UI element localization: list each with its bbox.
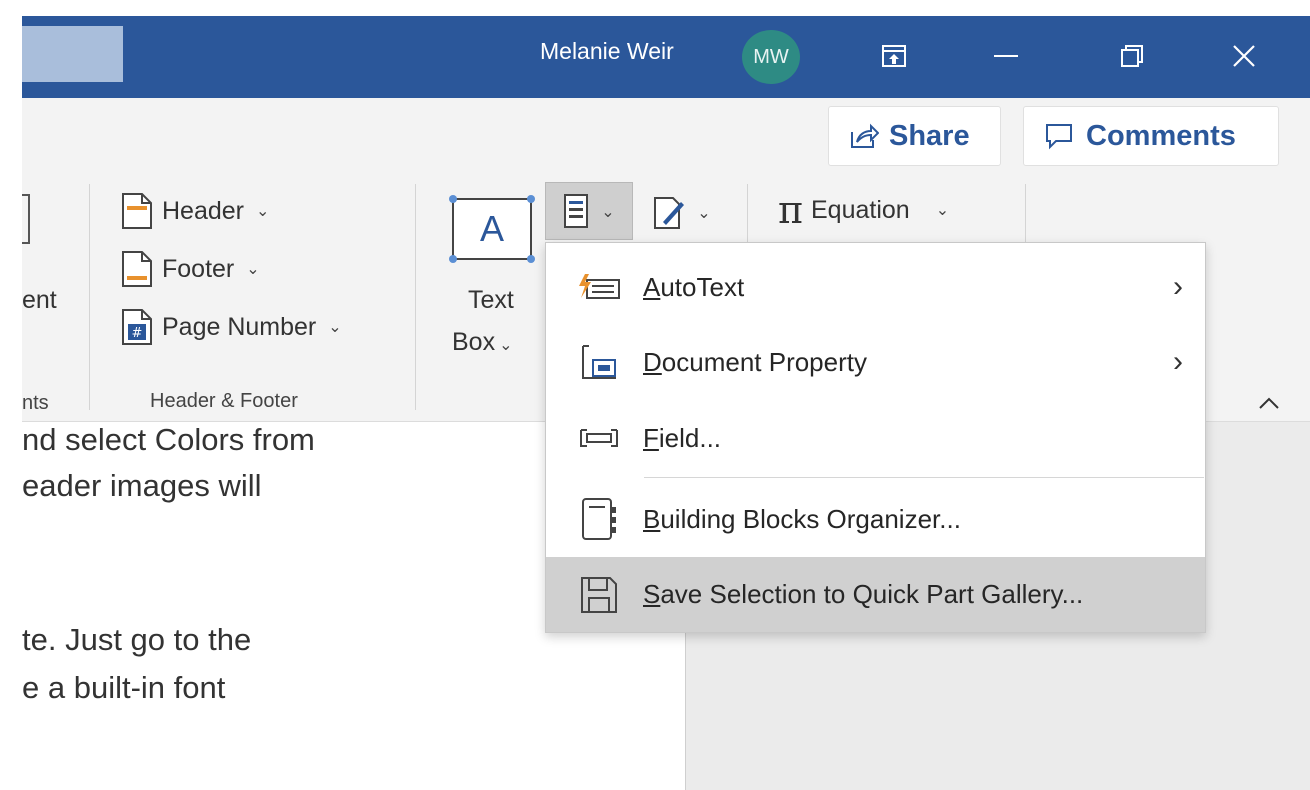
share-button[interactable]: Share bbox=[828, 106, 1001, 166]
close-icon bbox=[1233, 45, 1255, 67]
document-property-icon bbox=[576, 342, 622, 382]
collapse-ribbon-button[interactable] bbox=[1252, 390, 1286, 416]
page-number-label: Page Number bbox=[162, 312, 317, 341]
field-icon bbox=[576, 418, 622, 458]
chevron-down-icon: ⌄ bbox=[256, 203, 270, 220]
autotext-icon bbox=[576, 267, 622, 307]
document-text-line: eader images will bbox=[22, 468, 262, 503]
text-box-label-line2: Box bbox=[452, 328, 496, 356]
comments-label: Comments bbox=[1086, 119, 1236, 152]
quick-parts-icon bbox=[564, 194, 589, 228]
avatar[interactable]: MW bbox=[742, 30, 800, 84]
page-number-icon: # bbox=[122, 309, 152, 345]
menu-item-label: AutoText bbox=[643, 271, 745, 302]
building-blocks-icon bbox=[576, 498, 622, 540]
pi-icon: π bbox=[778, 188, 803, 232]
text-box-glyph: A bbox=[479, 208, 504, 249]
header-button[interactable]: Header ⌄ bbox=[120, 192, 269, 230]
header-label: Header bbox=[162, 196, 244, 225]
menu-item-field[interactable]: Field... bbox=[546, 401, 1205, 475]
header-footer-group-label: Header & Footer bbox=[150, 390, 298, 412]
group-separator bbox=[415, 184, 416, 410]
signature-line-button[interactable]: ⌄ bbox=[642, 184, 722, 240]
group-separator bbox=[747, 184, 748, 244]
comment-icon bbox=[1046, 124, 1072, 150]
chevron-right-icon: › bbox=[1173, 270, 1183, 303]
equation-button[interactable]: π Equation ⌄ bbox=[778, 188, 949, 232]
ribbon-display-options-button[interactable] bbox=[866, 30, 922, 82]
page-number-button[interactable]: # Page Number ⌄ bbox=[120, 308, 342, 346]
avatar-initials: MW bbox=[753, 45, 789, 68]
svg-text:#: # bbox=[132, 326, 143, 341]
ribbon-display-icon bbox=[882, 45, 906, 67]
quick-parts-menu: AutoText › Document Property › Field... … bbox=[545, 242, 1206, 633]
restore-icon bbox=[1121, 45, 1143, 67]
partial-button-icon bbox=[22, 194, 30, 244]
chevron-right-icon: › bbox=[1173, 345, 1183, 378]
footer-button[interactable]: Footer ⌄ bbox=[120, 250, 260, 288]
user-name[interactable]: Melanie Weir bbox=[540, 38, 674, 65]
restore-button[interactable] bbox=[1104, 30, 1160, 82]
save-icon bbox=[576, 575, 622, 615]
footer-label: Footer bbox=[162, 254, 235, 283]
partial-group-label: nts bbox=[22, 392, 49, 414]
chevron-down-icon: ⌄ bbox=[328, 319, 342, 336]
menu-item-autotext[interactable]: AutoText › bbox=[546, 251, 1205, 323]
handle-dot bbox=[449, 255, 457, 263]
chevron-down-icon: ⌄ bbox=[697, 202, 711, 222]
search-box[interactable] bbox=[22, 26, 123, 82]
text-box-button[interactable]: Box ⌄ bbox=[452, 328, 513, 357]
chevron-down-icon: ⌄ bbox=[246, 261, 260, 278]
menu-item-label: Document Property bbox=[643, 346, 867, 377]
minimize-button[interactable] bbox=[978, 30, 1034, 82]
chevron-down-icon: ⌄ bbox=[935, 202, 950, 219]
quick-parts-button[interactable]: ⌄ bbox=[545, 182, 633, 240]
equation-label: Equation bbox=[810, 195, 910, 224]
close-button[interactable] bbox=[1216, 30, 1272, 82]
document-text-line: te. Just go to the bbox=[22, 622, 252, 657]
menu-item-document-property[interactable]: Document Property › bbox=[546, 325, 1205, 399]
text-box-label-line1[interactable]: Text bbox=[468, 286, 514, 315]
chevron-down-icon: ⌄ bbox=[601, 201, 615, 221]
share-icon bbox=[851, 123, 879, 148]
document-text-line: e a built-in font bbox=[22, 670, 226, 705]
share-label: Share bbox=[889, 119, 970, 152]
menu-item-label: Save Selection to Quick Part Gallery... bbox=[643, 579, 1084, 609]
menu-item-save-selection[interactable]: Save Selection to Quick Part Gallery... bbox=[546, 557, 1205, 632]
handle-dot bbox=[527, 255, 535, 263]
comments-button[interactable]: Comments bbox=[1023, 106, 1279, 166]
group-separator bbox=[89, 184, 90, 410]
chevron-up-icon bbox=[1259, 397, 1279, 409]
menu-item-label: Field... bbox=[643, 422, 722, 453]
partial-button-label[interactable]: ent bbox=[22, 286, 57, 315]
menu-item-building-blocks-organizer[interactable]: Building Blocks Organizer... bbox=[546, 483, 1205, 555]
header-icon bbox=[122, 193, 152, 229]
handle-dot bbox=[527, 195, 535, 203]
minimize-icon bbox=[994, 55, 1018, 57]
signature-icon bbox=[654, 197, 685, 229]
text-box-icon[interactable]: A bbox=[449, 195, 535, 263]
title-bar: Melanie Weir MW bbox=[22, 16, 1310, 98]
footer-icon bbox=[122, 251, 152, 287]
menu-item-label: Building Blocks Organizer... bbox=[643, 503, 961, 534]
document-text-line: nd select Colors from bbox=[22, 422, 315, 457]
group-separator bbox=[1025, 184, 1026, 244]
handle-dot bbox=[449, 195, 457, 203]
chevron-down-icon: ⌄ bbox=[499, 337, 513, 354]
menu-separator bbox=[644, 477, 1204, 478]
